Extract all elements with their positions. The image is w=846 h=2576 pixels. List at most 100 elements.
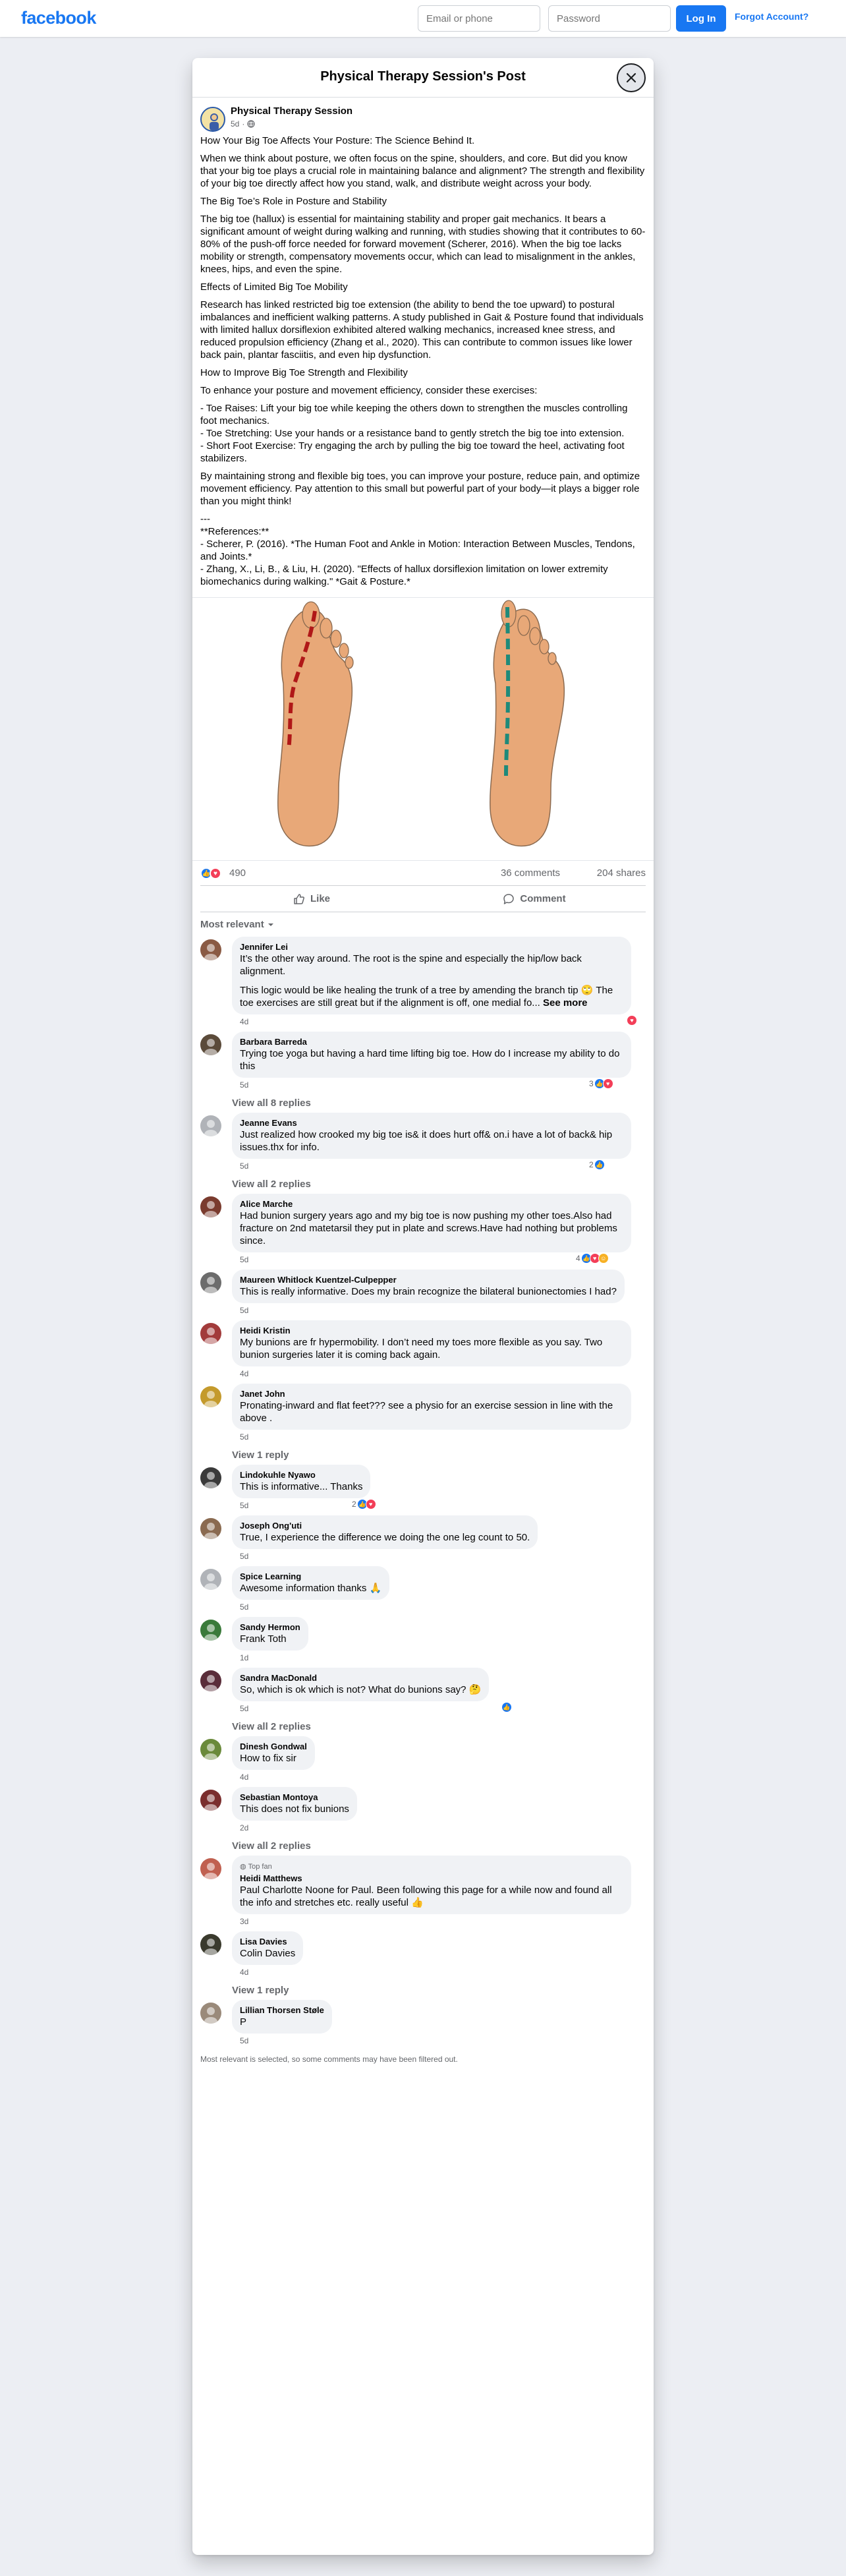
commenter-avatar[interactable] [200,1569,221,1590]
comment-time[interactable]: 4d [240,1968,248,1977]
commenter-avatar[interactable] [200,1518,221,1539]
comment-author[interactable]: Spice Learning [240,1571,381,1582]
comment-time[interactable]: 5d [240,1432,248,1442]
commenter-avatar[interactable] [200,1467,221,1488]
view-replies-link[interactable]: View 1 reply [232,1985,646,1996]
view-replies-link[interactable]: View all 2 replies [232,1840,646,1852]
comment-item: Jeanne Evans Just realized how crooked my… [200,1113,646,1172]
commenter-avatar[interactable] [200,1115,221,1136]
comment-time[interactable]: 4d [240,1772,248,1782]
comment-author[interactable]: Lisa Davies [240,1937,295,1947]
comment-author[interactable]: Jeanne Evans [240,1118,623,1128]
commenter-avatar[interactable] [200,1790,221,1811]
comment-meta: 5d [232,2036,646,2047]
page-avatar[interactable] [200,107,225,132]
commenter-avatar[interactable] [200,1196,221,1217]
commenter-avatar[interactable] [200,1386,221,1407]
comment-sort-dropdown[interactable]: Most relevant [192,912,654,933]
password-field[interactable] [548,5,671,32]
comment-time[interactable]: 5d [240,1080,248,1090]
comment-author[interactable]: Heidi Matthews [240,1873,623,1884]
comment-time[interactable]: 5d [240,1255,248,1264]
commenter-avatar[interactable] [200,1670,221,1691]
comment-time[interactable]: 5d [240,1161,248,1171]
comment-reactions[interactable]: 3 👍 ♥ [588,1078,615,1090]
page-name[interactable]: Physical Therapy Session [231,105,352,117]
comment-bubble: Lindokuhle Nyawo This is informative... T… [232,1465,371,1498]
comment-author[interactable]: Janet John [240,1389,623,1399]
commenter-avatar[interactable] [200,1739,221,1760]
reactions-count[interactable]: 490 [229,867,246,879]
commenter-avatar[interactable] [200,2003,221,2024]
post-time[interactable]: 5d [231,119,239,129]
post-references: --- **References:** - Scherer, P. (2016)… [200,513,635,587]
comments-count[interactable]: 36 comments [501,867,560,879]
comment-author[interactable]: Sandra MacDonald [240,1673,481,1683]
commenter-avatar[interactable] [200,1272,221,1293]
like-button[interactable]: Like [200,886,423,912]
comment-time[interactable]: 5d [240,1704,248,1713]
comment-meta: 5d [232,1432,646,1443]
forgot-account-link[interactable]: Forgot Account? [735,11,808,22]
view-replies-link[interactable]: View all 2 replies [232,1179,646,1190]
email-field[interactable] [418,5,540,32]
comment-time[interactable]: 3d [240,1917,248,1926]
commenter-avatar[interactable] [200,1858,221,1879]
commenter-avatar[interactable] [200,1934,221,1955]
comment-button[interactable]: Comment [423,886,646,912]
comment-author[interactable]: Alice Marche [240,1199,623,1210]
comment-author[interactable]: Joseph Ong'uti [240,1521,530,1531]
comment-reactions[interactable]: 2 👍 ♥ [351,1498,378,1510]
comment-time[interactable]: 2d [240,1823,248,1832]
view-replies-link[interactable]: View all 8 replies [232,1098,646,1109]
comment-time[interactable]: 4d [240,1369,248,1378]
comment-meta: 5d [232,1306,646,1316]
comment-meta: 1d [232,1653,646,1664]
comment-author[interactable]: Heidi Kristin [240,1326,623,1336]
comment-time[interactable]: 5d [240,2036,248,2045]
comment-item: ◍ Top fan Heidi Matthews Paul Charlotte Noo… [200,1856,646,1927]
comment-author[interactable]: Dinesh Gondwal [240,1742,307,1752]
comment-text: Just realized how crooked my big toe is&… [240,1129,613,1153]
commenter-avatar[interactable] [200,939,221,960]
comment-author[interactable]: Sandy Hermon [240,1622,300,1633]
comment-reactions[interactable]: 4 👍 ♥ ☺ [575,1252,610,1264]
comment-time[interactable]: 5d [240,1306,248,1315]
comment-reactions[interactable]: 2 👍 [588,1159,606,1171]
comment-icon [503,893,515,904]
comment-item: Dinesh Gondwal How to fix sir 4d [200,1736,646,1783]
comment-time[interactable]: 5d [240,1552,248,1561]
facebook-logo[interactable]: facebook [21,8,96,28]
comment-author[interactable]: Lillian Thorsen Støle [240,2005,324,2016]
post-header: Physical Therapy Session 5d · [192,98,654,134]
comment-text: Trying toe yoga but having a hard time l… [240,1048,620,1072]
commenter-avatar[interactable] [200,1034,221,1055]
view-replies-link[interactable]: View all 2 replies [232,1721,646,1732]
comment-time[interactable]: 5d [240,1602,248,1612]
post-paragraph: The big toe (hallux) is essential for ma… [200,214,646,275]
comment-author[interactable]: Jennifer Lei [240,942,623,952]
thumbs-up-icon [294,893,304,904]
comment-reactions[interactable]: 👍 [501,1701,513,1713]
love-reaction-icon: ♥ [365,1499,376,1509]
view-replies-link[interactable]: View 1 reply [232,1449,646,1461]
see-more-link[interactable]: See more [543,997,588,1009]
shares-count[interactable]: 204 shares [597,867,646,879]
comment-reactions[interactable]: ♥ [627,1014,638,1026]
commenter-avatar[interactable] [200,1620,221,1641]
comment-author[interactable]: Sebastian Montoya [240,1792,349,1803]
top-fan-badge: ◍ Top fan [240,1861,623,1873]
post-image-feet[interactable] [192,597,654,861]
commenter-avatar[interactable] [200,1323,221,1344]
comment-author[interactable]: Lindokuhle Nyawo [240,1470,362,1480]
close-button[interactable] [617,63,646,92]
badge-icon: ◍ [240,1863,246,1871]
comment-time[interactable]: 1d [240,1653,248,1662]
post-paragraph: By maintaining strong and flexible big t… [200,471,640,507]
login-button[interactable]: Log In [676,5,726,32]
comment-time[interactable]: 5d [240,1501,248,1510]
reaction-icons[interactable]: 👍 ♥ [200,867,221,879]
comment-author[interactable]: Maureen Whitlock Kuentzel-Culpepper [240,1275,617,1285]
comment-author[interactable]: Barbara Barreda [240,1037,623,1047]
comment-time[interactable]: 4d [240,1017,248,1026]
